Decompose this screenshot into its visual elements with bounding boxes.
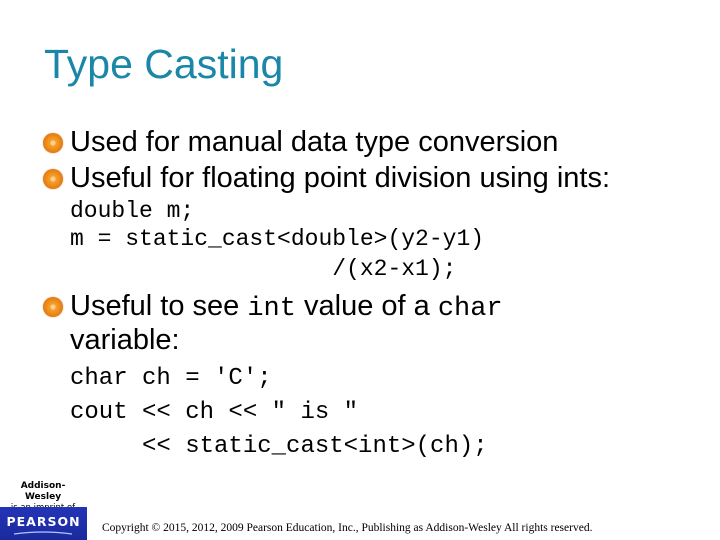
bullet-text-part: Useful to see — [70, 290, 248, 322]
pearson-swoosh-icon — [14, 531, 72, 535]
code-line: cout << ch << " is " — [70, 399, 359, 426]
bullet-text: Useful for floating point division using… — [70, 162, 611, 194]
bullet-continuation: variable: — [70, 324, 180, 356]
code-line: char ch = 'C'; — [70, 365, 272, 392]
orange-bullet-icon — [43, 169, 63, 189]
pearson-brand-text: PEARSON — [6, 514, 81, 529]
code-line: double m; — [70, 198, 195, 224]
bullet-text: Used for manual data type conversion — [70, 126, 559, 158]
inline-code-char: char — [437, 294, 503, 324]
code-line: m = static_cast<double>(y2-y1) — [70, 226, 485, 252]
copyright-notice: Copyright © 2015, 2012, 2009 Pearson Edu… — [102, 522, 593, 534]
code-line: /(x2-x1); — [70, 256, 457, 282]
pearson-logo: PEARSON — [0, 507, 87, 540]
publisher-name: Addison-Wesley — [20, 481, 66, 502]
orange-bullet-icon — [43, 133, 63, 153]
bullet-text: Useful to see int value of a char — [70, 292, 503, 323]
code-line: << static_cast<int>(ch); — [70, 433, 488, 460]
slide-title: Type Casting — [44, 41, 284, 87]
bullet-text-part: value of a — [295, 290, 438, 322]
inline-code-int: int — [247, 294, 296, 324]
orange-bullet-icon — [43, 297, 63, 317]
